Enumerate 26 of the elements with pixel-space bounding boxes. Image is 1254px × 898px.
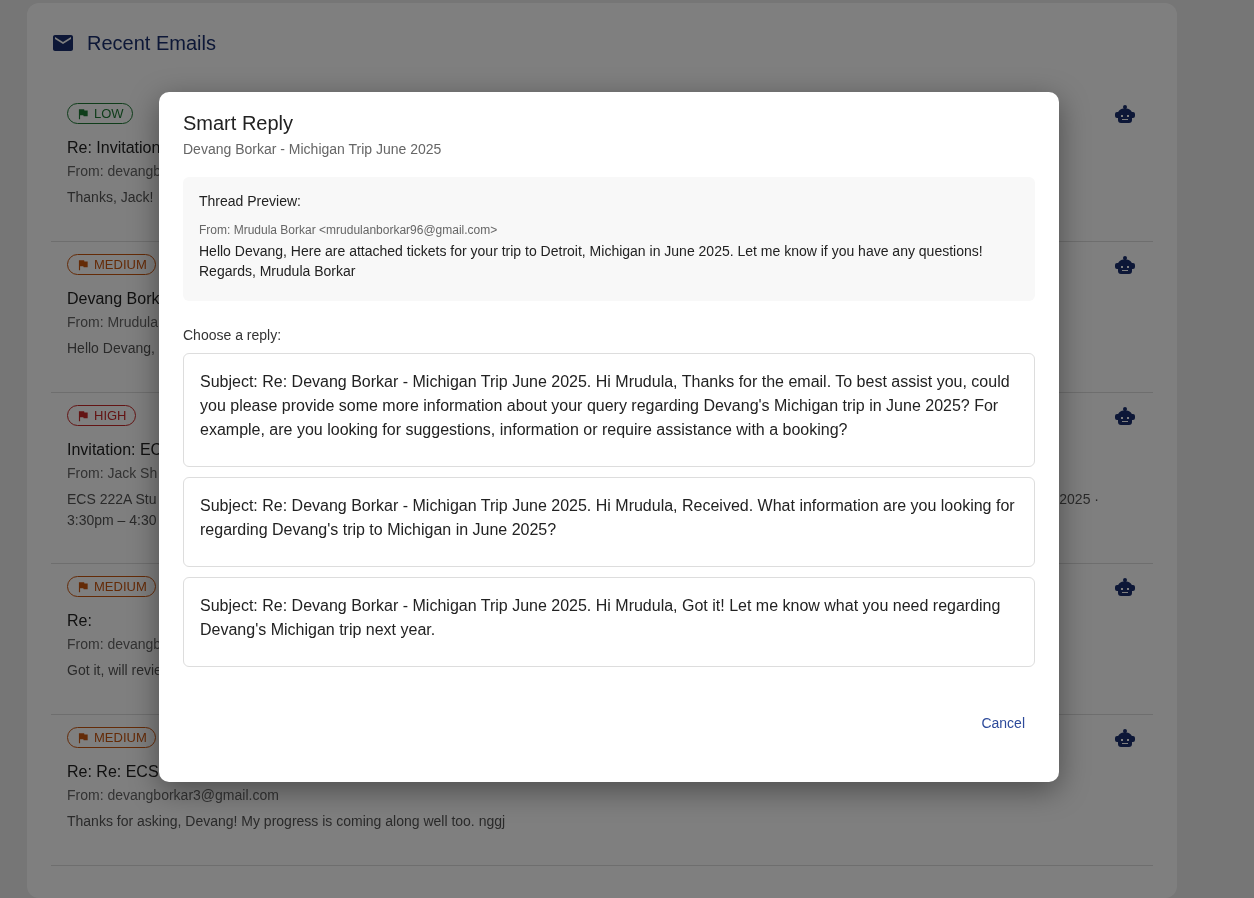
cancel-button[interactable]: Cancel bbox=[971, 707, 1035, 739]
email-sender: From: Jack Sh bbox=[67, 464, 158, 481]
email-subject: Re: bbox=[67, 611, 92, 630]
email-preview: Thanks for asking, Devang! My progress is coming along well too. nggj bbox=[67, 811, 506, 831]
email-sender: From: Mrudula bbox=[67, 313, 159, 330]
email-preview: Thanks, Jack! bbox=[67, 187, 154, 207]
reply-option[interactable]: Subject: Re: Devang Borkar - Michigan Trip June 2025. Hi Mrudula, Received. What information are you looking for regarding Devang's trip to Michigan in June 2025? bbox=[183, 477, 1035, 567]
email-preview: 3:30pm – 4:30 bbox=[67, 510, 157, 530]
email-subject: Devang Bork bbox=[67, 289, 160, 308]
email-preview: 2025 · bbox=[1059, 489, 1099, 509]
email-sender: From: devangb bbox=[67, 162, 162, 179]
email-sender: From: devangborkar3@gmail.com bbox=[67, 786, 279, 803]
email-subject: Re: Re: ECS bbox=[67, 762, 159, 781]
email-subject: Re: Invitation bbox=[67, 138, 161, 157]
choose-reply-label: Choose a reply: bbox=[183, 327, 283, 343]
dialog-subtitle: Devang Borkar - Michigan Trip June 2025 bbox=[183, 141, 443, 157]
dialog-title: Smart Reply bbox=[183, 112, 295, 135]
thread-body: Hello Devang, Here are attached tickets for your trip to Detroit, Michigan in June 2025. Let me know if you have any questions! Regards, Mrudula Borkar bbox=[199, 242, 984, 281]
email-preview: ECS 222A Stu bbox=[67, 489, 157, 509]
reply-option[interactable]: Subject: Re: Devang Borkar - Michigan Trip June 2025. Hi Mrudula, Thanks for the email. To best assist you, could you please provide some more information about your query regarding Devang's Michigan trip in June 2025? For example, are you looking for suggestions, information or require assistance with a booking? bbox=[183, 353, 1035, 467]
email-sender: From: devangb bbox=[67, 635, 162, 652]
reply-option[interactable]: Subject: Re: Devang Borkar - Michigan Trip June 2025. Hi Mrudula, Got it! Let me know what you need regarding Devang's Michigan trip next year. bbox=[183, 577, 1035, 667]
thread-heading: Thread Preview: bbox=[199, 193, 302, 209]
email-preview: Hello Devang, bbox=[67, 338, 155, 358]
panel-title: Recent Emails bbox=[87, 31, 216, 55]
thread-sender: From: Mrudula Borkar <mrudulanborkar96@gmail.com> bbox=[199, 223, 499, 237]
